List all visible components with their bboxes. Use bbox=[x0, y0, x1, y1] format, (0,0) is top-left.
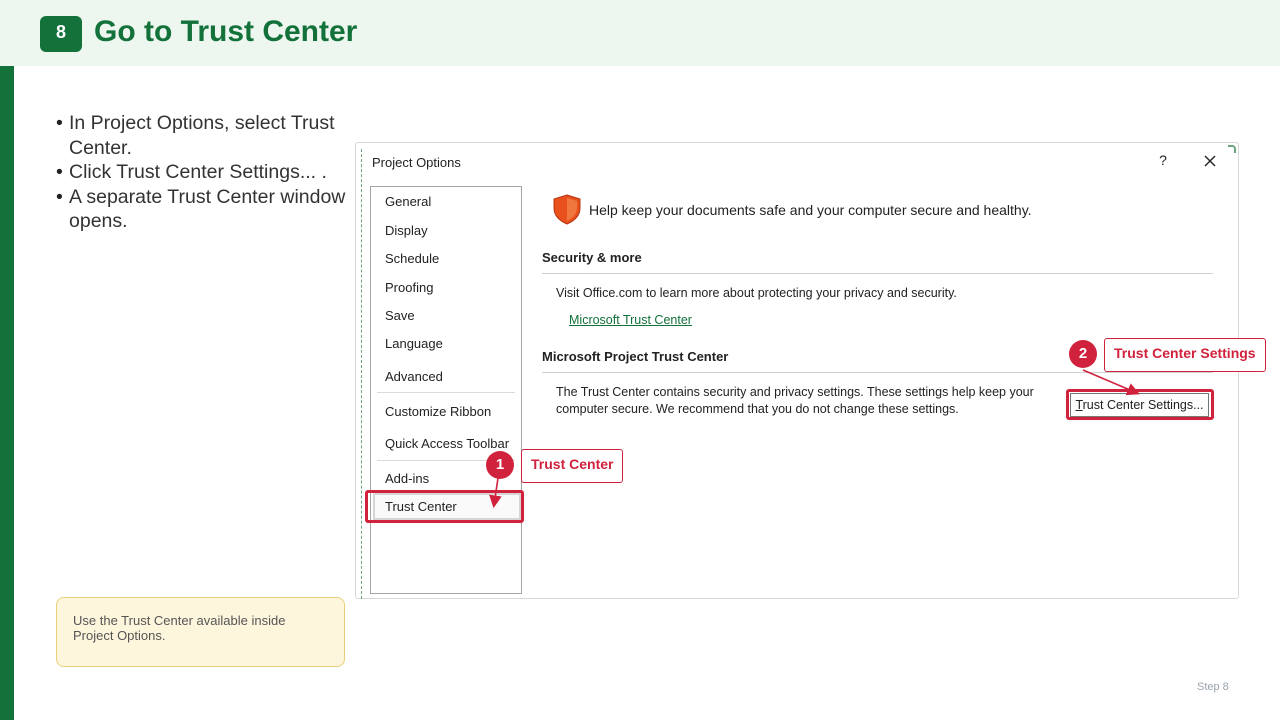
nav-item-customize-ribbon[interactable]: Customize Ribbon bbox=[385, 404, 491, 419]
nav-item-general[interactable]: General bbox=[385, 194, 431, 209]
header-bar: 8 Go to Trust Center bbox=[0, 0, 1280, 66]
nav-item-schedule[interactable]: Schedule bbox=[385, 251, 439, 266]
trust-center-description-line: The Trust Center contains security and p… bbox=[556, 385, 1034, 399]
instruction-list: In Project Options, select Trust Center.… bbox=[56, 111, 356, 234]
step-footer: Step 8 bbox=[1197, 681, 1229, 693]
trust-center-settings-highlight bbox=[1066, 389, 1214, 420]
callout-label-trust-center-settings: Trust Center Settings bbox=[1104, 338, 1266, 372]
nav-item-advanced[interactable]: Advanced bbox=[385, 369, 443, 384]
trust-center-description-line: computer secure. We recommend that you d… bbox=[556, 402, 959, 416]
accent-bar bbox=[0, 66, 14, 720]
callout-number-1: 1 bbox=[486, 451, 514, 479]
dialog-edge-decoration bbox=[361, 149, 363, 599]
nav-item-proofing[interactable]: Proofing bbox=[385, 280, 433, 295]
nav-item-display[interactable]: Display bbox=[385, 223, 428, 238]
trust-center-highlight bbox=[365, 490, 524, 523]
intro-text: Help keep your documents safe and your c… bbox=[589, 202, 1032, 218]
microsoft-trust-center-link[interactable]: Microsoft Trust Center bbox=[569, 313, 692, 327]
dialog-corner-decoration bbox=[1228, 145, 1236, 153]
instruction-item: In Project Options, select Trust Center. bbox=[56, 111, 356, 160]
security-text: Visit Office.com to learn more about pro… bbox=[556, 286, 957, 300]
help-button[interactable]: ? bbox=[1156, 152, 1170, 170]
nav-item-quick-access-toolbar[interactable]: Quick Access Toolbar bbox=[385, 436, 509, 451]
nav-item-language[interactable]: Language bbox=[385, 336, 443, 351]
trust-center-description: The Trust Center contains security and p… bbox=[556, 384, 1056, 418]
nav-item-add-ins[interactable]: Add-ins bbox=[385, 471, 429, 486]
instruction-item: Click Trust Center Settings... . bbox=[56, 160, 356, 185]
close-icon bbox=[1204, 155, 1216, 167]
instruction-item: A separate Trust Center window opens. bbox=[56, 185, 356, 234]
callout-number-2: 2 bbox=[1069, 340, 1097, 368]
options-nav: General Display Schedule Proofing Save L… bbox=[370, 186, 522, 594]
page-title: Go to Trust Center bbox=[94, 15, 358, 48]
section-divider bbox=[542, 372, 1213, 373]
step-number-badge: 8 bbox=[40, 16, 82, 52]
trust-center-heading: Microsoft Project Trust Center bbox=[542, 349, 729, 364]
close-button[interactable] bbox=[1201, 151, 1219, 171]
tip-note: Use the Trust Center available inside Pr… bbox=[56, 597, 345, 667]
nav-item-save[interactable]: Save bbox=[385, 308, 415, 323]
section-divider bbox=[542, 273, 1213, 274]
nav-divider bbox=[377, 392, 515, 393]
slide: 8 Go to Trust Center In Project Options,… bbox=[0, 0, 1280, 720]
callout-label-trust-center: Trust Center bbox=[521, 449, 624, 483]
dialog-title: Project Options bbox=[372, 155, 461, 170]
security-heading: Security & more bbox=[542, 250, 642, 265]
shield-icon bbox=[553, 194, 581, 225]
